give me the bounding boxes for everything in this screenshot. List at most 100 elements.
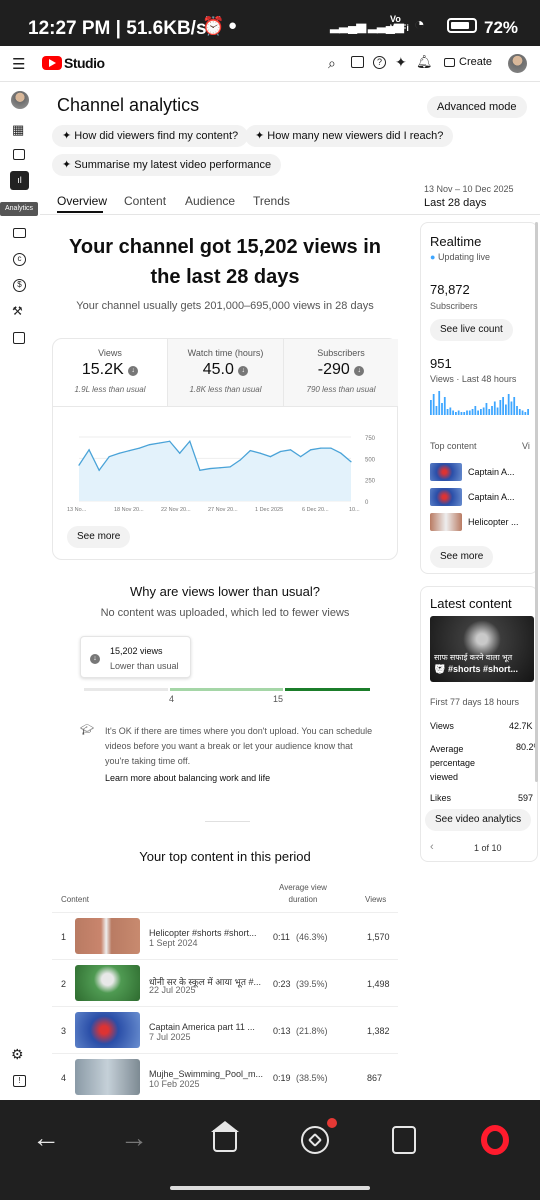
views-data-point bbox=[138, 447, 141, 449]
date-range[interactable]: 13 Nov – 10 Dec 2025 bbox=[424, 184, 514, 194]
section-divider bbox=[205, 821, 250, 822]
studio-label[interactable]: Studio bbox=[64, 55, 105, 71]
tab-content[interactable]: Content bbox=[124, 194, 166, 208]
see-video-analytics-button[interactable]: See video analytics bbox=[425, 809, 532, 831]
row-avg: 0:19 bbox=[273, 1073, 291, 1083]
y-tick-label: 250 bbox=[365, 479, 376, 485]
scrollbar[interactable] bbox=[535, 222, 538, 782]
views-data-point bbox=[189, 440, 191, 442]
row-title: Helicopter #shorts #short... bbox=[149, 928, 257, 938]
tabs-icon[interactable] bbox=[392, 1126, 416, 1154]
subtitles-icon[interactable] bbox=[13, 228, 26, 238]
date-period[interactable]: Last 28 days bbox=[424, 197, 486, 209]
customization-icon[interactable]: ⚒︎ bbox=[12, 304, 23, 318]
row-rank: 2 bbox=[61, 979, 67, 989]
create-button[interactable]: Create bbox=[442, 56, 494, 72]
metric-value: -290 bbox=[317, 361, 350, 378]
views-data-point bbox=[340, 452, 342, 454]
realtime-bar bbox=[516, 406, 518, 415]
suggestion-chip-2[interactable]: ✦ How many new viewers did I reach? bbox=[245, 125, 454, 147]
home-icon[interactable] bbox=[211, 1121, 239, 1152]
latest-views-value: 42.7K bbox=[509, 721, 533, 731]
realtime-bar bbox=[485, 403, 488, 415]
row-avg: 0:13 bbox=[273, 1026, 291, 1036]
latest-thumbnail[interactable]: साफ सफाई करने वाला भूत 👹︎ #shorts #short… bbox=[430, 616, 534, 682]
sparkle-icon[interactable]: ✦ bbox=[395, 54, 407, 71]
table-row[interactable]: 1 Helicopter #shorts #short... 1 Sept 20… bbox=[52, 912, 398, 958]
metric-label: Views bbox=[98, 348, 122, 358]
football-icon[interactable] bbox=[301, 1126, 329, 1154]
chevron-left-icon[interactable]: ‹ bbox=[430, 841, 434, 853]
realtime-item-title: Captain A... bbox=[468, 492, 515, 502]
dashboard-icon[interactable]: ▦ bbox=[12, 122, 24, 138]
comments-icon[interactable] bbox=[351, 56, 364, 68]
video-thumbnail bbox=[430, 463, 462, 481]
row-date: 10 Feb 2025 bbox=[149, 1079, 200, 1089]
row-rank: 3 bbox=[61, 1026, 67, 1036]
views-data-point bbox=[219, 467, 221, 469]
thumbnail-text: साफ सफाई करने वाला भूत bbox=[434, 653, 513, 662]
table-row[interactable]: 3 Captain America part 11 ... 7 Jul 2025… bbox=[52, 1006, 398, 1052]
youtube-logo-icon[interactable] bbox=[42, 56, 62, 70]
realtime-see-more-button[interactable]: See more bbox=[430, 546, 494, 568]
realtime-item[interactable]: Helicopter ... bbox=[430, 513, 537, 531]
realtime-item[interactable]: Captain A... bbox=[430, 488, 537, 506]
analytics-icon[interactable]: ıl bbox=[10, 171, 29, 190]
learn-more-link[interactable]: Learn more about balancing work and life bbox=[105, 773, 270, 783]
realtime-bar bbox=[510, 401, 513, 415]
feedback-icon[interactable]: ! bbox=[13, 1075, 26, 1087]
row-avg: 0:11 bbox=[273, 932, 290, 942]
views-data-point bbox=[209, 467, 211, 470]
metric-watch-time-tile[interactable]: Watch time (hours) 45.0 ↓ 1.8K less than… bbox=[168, 339, 284, 407]
views-data-point bbox=[300, 456, 302, 458]
copyright-icon[interactable]: c bbox=[13, 253, 26, 266]
y-tick-label: 750 bbox=[365, 436, 376, 442]
earn-icon[interactable]: $ bbox=[13, 279, 26, 292]
x-tick-label: 22 Nov 20... bbox=[161, 507, 191, 513]
channel-avatar[interactable] bbox=[11, 91, 29, 109]
table-row[interactable]: 4 Mujhe_Swimming_Pool_m... 10 Feb 2025 0… bbox=[52, 1053, 398, 1099]
metric-subscribers-tile[interactable]: Subscribers -290 ↓ 790 less than usual bbox=[284, 339, 398, 407]
video-camera-icon bbox=[444, 58, 455, 67]
suggestion-chip-1[interactable]: ✦ How did viewers find my content? bbox=[52, 125, 249, 147]
help-icon[interactable]: ? bbox=[373, 56, 386, 69]
realtime-bar bbox=[435, 406, 438, 415]
notifications-icon[interactable]: 🔔︎ bbox=[416, 54, 433, 70]
realtime-bar bbox=[466, 410, 468, 415]
views-data-point bbox=[279, 450, 282, 453]
realtime-bar bbox=[491, 406, 493, 415]
realtime-item[interactable]: Captain A... bbox=[430, 463, 537, 481]
views-data-point bbox=[169, 440, 171, 442]
back-arrow-icon[interactable]: ← bbox=[32, 1122, 60, 1154]
see-live-count-button[interactable]: See live count bbox=[430, 319, 513, 341]
x-tick-label: 18 Nov 20... bbox=[114, 507, 144, 513]
tab-overview[interactable]: Overview bbox=[57, 194, 107, 208]
latest-title: Latest content bbox=[430, 596, 512, 611]
views-tooltip-card: ↓ 15,202 views Lower than usual bbox=[80, 636, 191, 678]
views-data-point bbox=[310, 449, 312, 451]
metric-value: 15.2K bbox=[81, 361, 124, 378]
suggestion-label: How did viewers find my content? bbox=[74, 130, 239, 142]
forward-arrow-icon[interactable]: → bbox=[120, 1122, 148, 1154]
latest-avg-label: Average percentage viewed bbox=[430, 744, 476, 782]
metric-views-tile[interactable]: Views 15.2K ↓ 1.9L less than usual bbox=[53, 339, 168, 407]
tabs-divider bbox=[40, 214, 540, 215]
advanced-mode-button[interactable]: Advanced mode bbox=[427, 96, 527, 118]
search-icon[interactable]: ⌕ bbox=[328, 55, 336, 72]
status-time: 12:27 PM | 51.6KB/s bbox=[28, 18, 207, 39]
realtime-bar bbox=[455, 412, 457, 415]
suggestion-chip-3[interactable]: ✦ Summarise my latest video performance bbox=[52, 154, 282, 176]
tab-trends[interactable]: Trends bbox=[253, 194, 290, 208]
status-bar: 12:27 PM | 51.6KB/s ⏰ ● ▂▃▄▅ ▂▃▄▅ Vo WiF… bbox=[0, 0, 540, 46]
account-avatar[interactable] bbox=[508, 54, 527, 73]
tab-audience[interactable]: Audience bbox=[185, 194, 235, 208]
settings-icon[interactable]: ⚙ bbox=[11, 1046, 24, 1063]
content-icon[interactable] bbox=[13, 149, 25, 160]
menu-icon[interactable]: ☰ bbox=[12, 55, 25, 73]
pager-label: 1 of 10 bbox=[474, 843, 502, 853]
row-views: 1,570 bbox=[367, 932, 390, 942]
see-more-button[interactable]: See more bbox=[67, 526, 131, 548]
table-row[interactable]: 2 धोनी सर के स्कूल में आया भूत #... 22 J… bbox=[52, 959, 398, 1005]
audio-library-icon[interactable] bbox=[13, 332, 25, 344]
opera-logo-icon[interactable] bbox=[481, 1125, 509, 1155]
